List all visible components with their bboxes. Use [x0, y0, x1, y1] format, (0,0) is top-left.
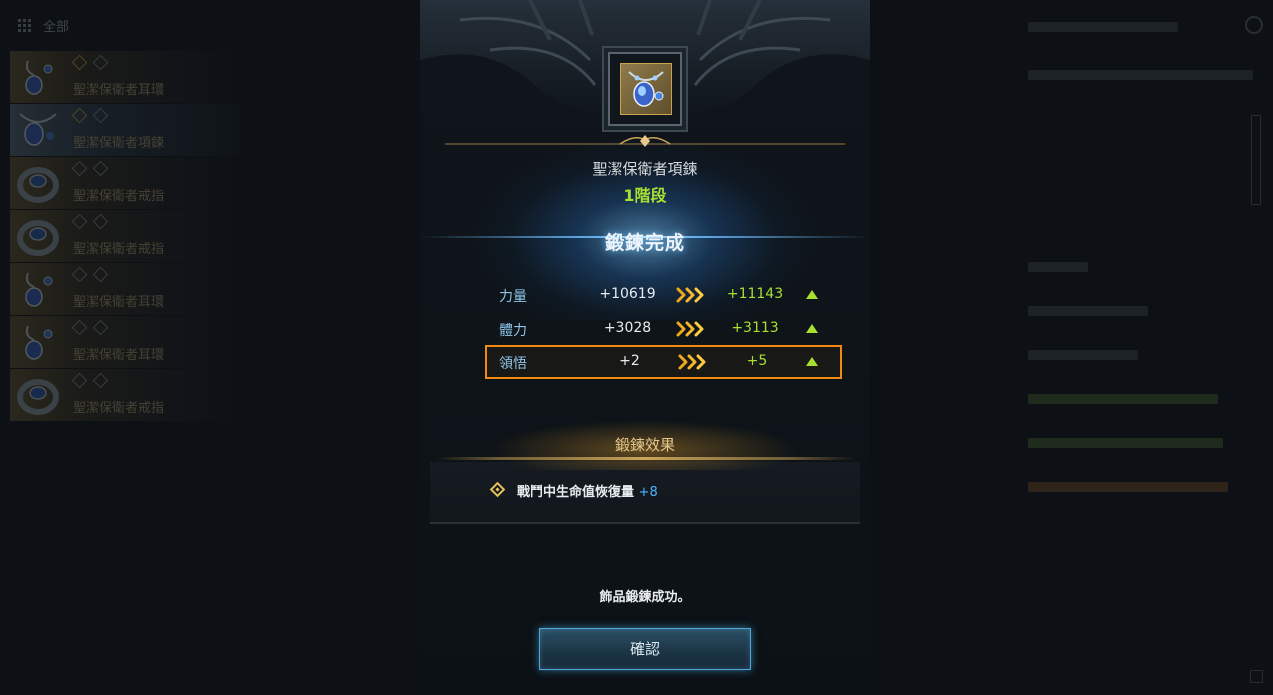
item-icon-frame: [608, 52, 682, 126]
stat-row: 體力 +3028 +3113: [485, 312, 842, 346]
socket-icons: [71, 319, 109, 336]
socket-icons: [71, 266, 109, 283]
diamond-icon: [71, 160, 88, 177]
list-item-name: 聖潔保衛者戒指: [73, 242, 165, 257]
ring-icon: [14, 161, 62, 205]
diamond-icon: [92, 213, 109, 230]
list-item[interactable]: 聖潔保衛者戒指: [10, 369, 240, 421]
confirm-button[interactable]: 確認: [539, 628, 751, 670]
item-title: 聖潔保衛者項鍊: [592, 160, 698, 178]
result-title: 鍛鍊完成: [604, 232, 685, 254]
diamond-icon: [71, 319, 88, 336]
item-list-panel: 全部 聖潔保衛者耳環 聖潔保衛者項鍊 聖潔保衛者戒指 聖潔保衛者戒指 聖潔保衛者耳環 聖潔…: [0, 0, 240, 695]
detail-line: [1028, 438, 1223, 448]
diamond-icon: [71, 372, 88, 389]
ring-icon: [14, 214, 62, 258]
stat-row: 領悟 +2 +5: [485, 345, 842, 379]
stat-name: 體力: [499, 323, 527, 339]
diamond-icon: [92, 372, 109, 389]
triangle-up-icon: [806, 357, 818, 366]
diamond-icon: [92, 107, 109, 124]
socket-icons: [71, 160, 109, 177]
stat-old-value: +3028: [603, 320, 652, 336]
earring-icon: [14, 320, 62, 364]
refine-result-modal: 聖潔保衛者項鍊 1階段 鍛鍊完成 力量 +10619 +11143 體力 +3028 +3…: [420, 0, 870, 695]
effect-label: 戰鬥中生命值恢復量: [517, 485, 635, 500]
effect-value: +8: [638, 485, 658, 500]
earring-icon: [14, 267, 62, 311]
earring-icon: [14, 55, 62, 99]
list-item-name: 聖潔保衛者戒指: [73, 189, 165, 204]
stat-old-value: +10619: [599, 286, 656, 302]
stat-new-value: +3113: [731, 320, 779, 336]
diamond-icon: [92, 319, 109, 336]
list-item[interactable]: 聖潔保衛者耳環: [10, 263, 240, 315]
filter-label: 全部: [43, 20, 70, 35]
triangle-up-icon: [806, 324, 818, 333]
checkbox[interactable]: [1250, 670, 1263, 683]
list-item-name: 聖潔保衛者戒指: [73, 401, 165, 416]
socket-icons: [71, 54, 109, 71]
detail-line: [1028, 306, 1148, 316]
list-item-name: 聖潔保衛者耳環: [73, 83, 165, 98]
stat-row: 力量 +10619 +11143: [485, 278, 842, 312]
detail-line: [1028, 482, 1228, 492]
scrollbar[interactable]: [1251, 115, 1261, 205]
triangle-up-icon: [806, 290, 818, 299]
necklace-icon: [14, 108, 62, 152]
stat-new-value: +11143: [726, 286, 784, 302]
list-item[interactable]: 聖潔保衛者項鍊: [10, 104, 240, 156]
stat-name: 力量: [499, 289, 527, 305]
socket-icons: [71, 107, 109, 124]
detail-line: [1028, 394, 1218, 404]
filter-dropdown[interactable]: 全部: [18, 16, 69, 35]
effect-divider: [435, 457, 855, 460]
list-item[interactable]: 聖潔保衛者耳環: [10, 316, 240, 368]
title-divider: [445, 135, 845, 147]
detail-panel: [1010, 0, 1273, 695]
diamond-icon: [92, 266, 109, 283]
detail-line: [1028, 262, 1088, 272]
stat-old-value: +2: [619, 353, 640, 369]
effect-item: 戰鬥中生命值恢復量 +8: [517, 481, 658, 500]
detail-line: [1028, 350, 1138, 360]
arrow-icon: [677, 353, 709, 371]
list-item-name: 聖潔保衛者耳環: [73, 295, 165, 310]
detail-line: [1028, 22, 1178, 32]
success-message: 飾品鍛鍊成功。: [599, 590, 691, 605]
diamond-icon: [92, 160, 109, 177]
socket-icons: [71, 372, 109, 389]
stat-name: 領悟: [499, 356, 527, 372]
diamond-icon: [71, 54, 88, 71]
effect-title: 鍛鍊效果: [614, 436, 675, 454]
necklace-icon: [620, 63, 672, 115]
item-list: 聖潔保衛者耳環 聖潔保衛者項鍊 聖潔保衛者戒指 聖潔保衛者戒指 聖潔保衛者耳環 聖潔保衛者…: [10, 51, 240, 422]
ring-icon: [14, 373, 62, 417]
list-item[interactable]: 聖潔保衛者戒指: [10, 210, 240, 262]
stat-new-value: +5: [746, 353, 768, 369]
diamond-icon: [71, 213, 88, 230]
detail-line: [1028, 70, 1253, 80]
diamond-icon: [71, 266, 88, 283]
item-stage: 1階段: [623, 186, 667, 205]
arrow-icon: [675, 286, 707, 304]
diamond-icon: [71, 107, 88, 124]
list-item[interactable]: 聖潔保衛者耳環: [10, 51, 240, 103]
grid-icon: [18, 19, 31, 32]
list-item-name: 聖潔保衛者耳環: [73, 348, 165, 363]
list-item[interactable]: 聖潔保衛者戒指: [10, 157, 240, 209]
arrow-icon: [675, 320, 707, 338]
close-icon[interactable]: [1245, 16, 1263, 34]
socket-icons: [71, 213, 109, 230]
list-item-name: 聖潔保衛者項鍊: [73, 136, 165, 151]
diamond-icon: [92, 54, 109, 71]
